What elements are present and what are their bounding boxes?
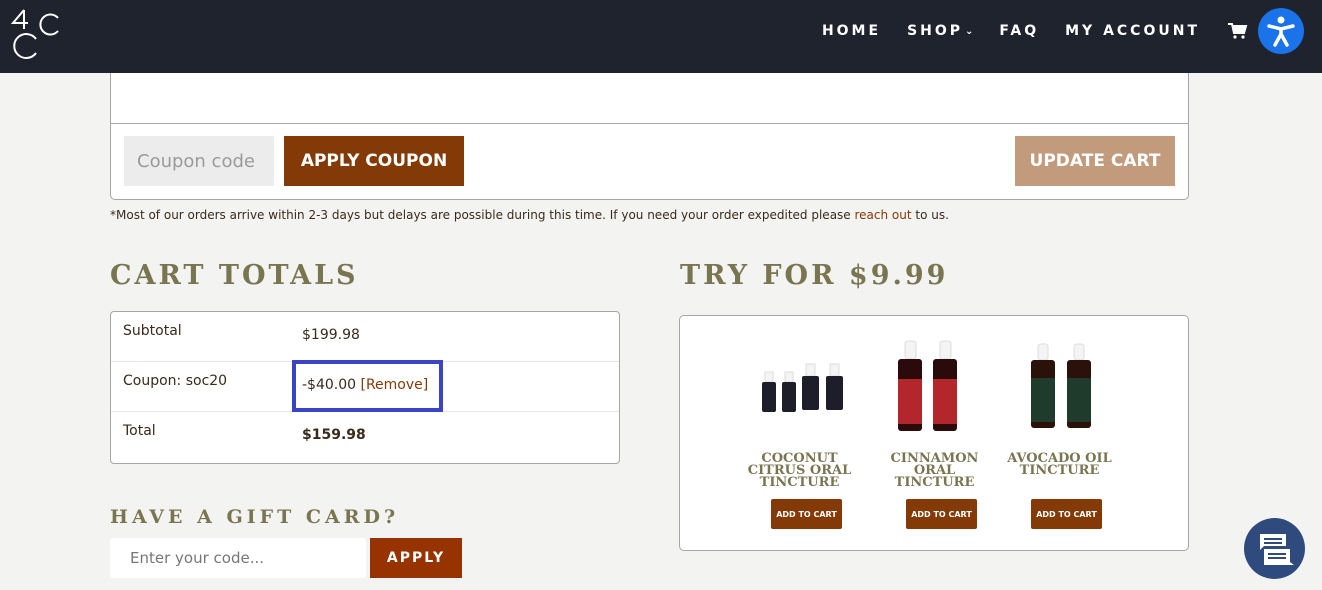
total-value: $159.98 <box>302 427 366 443</box>
gift-card-apply-button[interactable]: APPLY <box>370 538 462 578</box>
coupon-discount: -$40.00 [Remove] <box>302 377 428 393</box>
add-to-cart-button[interactable]: ADD TO CART <box>771 499 842 529</box>
try-title: TRY FOR $9.99 <box>680 260 949 291</box>
nav-my-account[interactable]: MY ACCOUNT <box>1065 23 1200 39</box>
logo-icon[interactable] <box>10 7 64 59</box>
coupon-row: Coupon: soc20 -$40.00 [Remove] <box>111 362 619 412</box>
try-products-box: COCONUT CITRUS ORAL TINCTURE ADD TO CART… <box>679 315 1189 551</box>
nav-faq-label: FAQ <box>999 23 1040 39</box>
coupon-label: Coupon: soc20 <box>123 373 228 389</box>
site-header: HOME SHOP ⌄ FAQ MY ACCOUNT <box>0 0 1322 73</box>
cart-totals-table: Subtotal $199.98 Coupon: soc20 -$40.00 [… <box>110 311 620 464</box>
subtotal-label: Subtotal <box>123 323 182 339</box>
remove-coupon-link[interactable]: [Remove] <box>361 377 429 393</box>
coupon-code-input[interactable] <box>124 136 274 186</box>
add-to-cart-button[interactable]: ADD TO CART <box>906 499 977 529</box>
add-to-cart-button[interactable]: ADD TO CART <box>1031 499 1102 529</box>
product-image[interactable] <box>997 334 1122 444</box>
total-label: Total <box>123 423 156 439</box>
subtotal-value: $199.98 <box>302 327 360 343</box>
shipping-notice: *Most of our orders arrive within 2-3 da… <box>110 208 949 222</box>
nav-shop[interactable]: SHOP ⌄ <box>907 23 973 39</box>
product-image[interactable] <box>737 334 862 444</box>
accessibility-button[interactable] <box>1258 8 1304 54</box>
product-name[interactable]: AVOCADO OIL TINCTURE <box>997 452 1122 477</box>
product-image[interactable] <box>872 334 997 444</box>
nav-shop-label: SHOP <box>907 23 964 39</box>
coupon-value: -$40.00 <box>302 377 357 393</box>
gift-card-input[interactable] <box>110 538 366 578</box>
notice-text: *Most of our orders arrive within 2-3 da… <box>110 208 855 222</box>
cart-icon[interactable] <box>1228 23 1248 39</box>
update-cart-button[interactable]: UPDATE CART <box>1015 136 1175 186</box>
chevron-down-icon: ⌄ <box>965 25 974 37</box>
gift-card-title: HAVE A GIFT CARD? <box>110 506 400 528</box>
product-name[interactable]: CINNAMON ORAL TINCTURE <box>872 452 997 489</box>
apply-coupon-button[interactable]: APPLY COUPON <box>284 136 464 186</box>
reach-out-link[interactable]: reach out <box>855 208 912 222</box>
accessibility-icon <box>1267 16 1295 47</box>
nav-faq[interactable]: FAQ <box>999 23 1039 39</box>
nav-my-account-label: MY ACCOUNT <box>1065 23 1200 39</box>
nav-home-label: HOME <box>821 23 882 39</box>
chat-button[interactable] <box>1244 518 1305 579</box>
notice-suffix: to us. <box>911 208 949 222</box>
subtotal-row: Subtotal $199.98 <box>111 312 619 362</box>
product-name[interactable]: COCONUT CITRUS ORAL TINCTURE <box>737 452 862 489</box>
cart-totals-title: CART TOTALS <box>110 260 359 291</box>
total-row: Total $159.98 <box>111 412 619 462</box>
divider <box>111 123 1188 124</box>
nav-home[interactable]: HOME <box>822 23 881 39</box>
main-nav: HOME SHOP ⌄ FAQ MY ACCOUNT <box>822 0 1322 62</box>
chat-icon <box>1259 533 1294 565</box>
